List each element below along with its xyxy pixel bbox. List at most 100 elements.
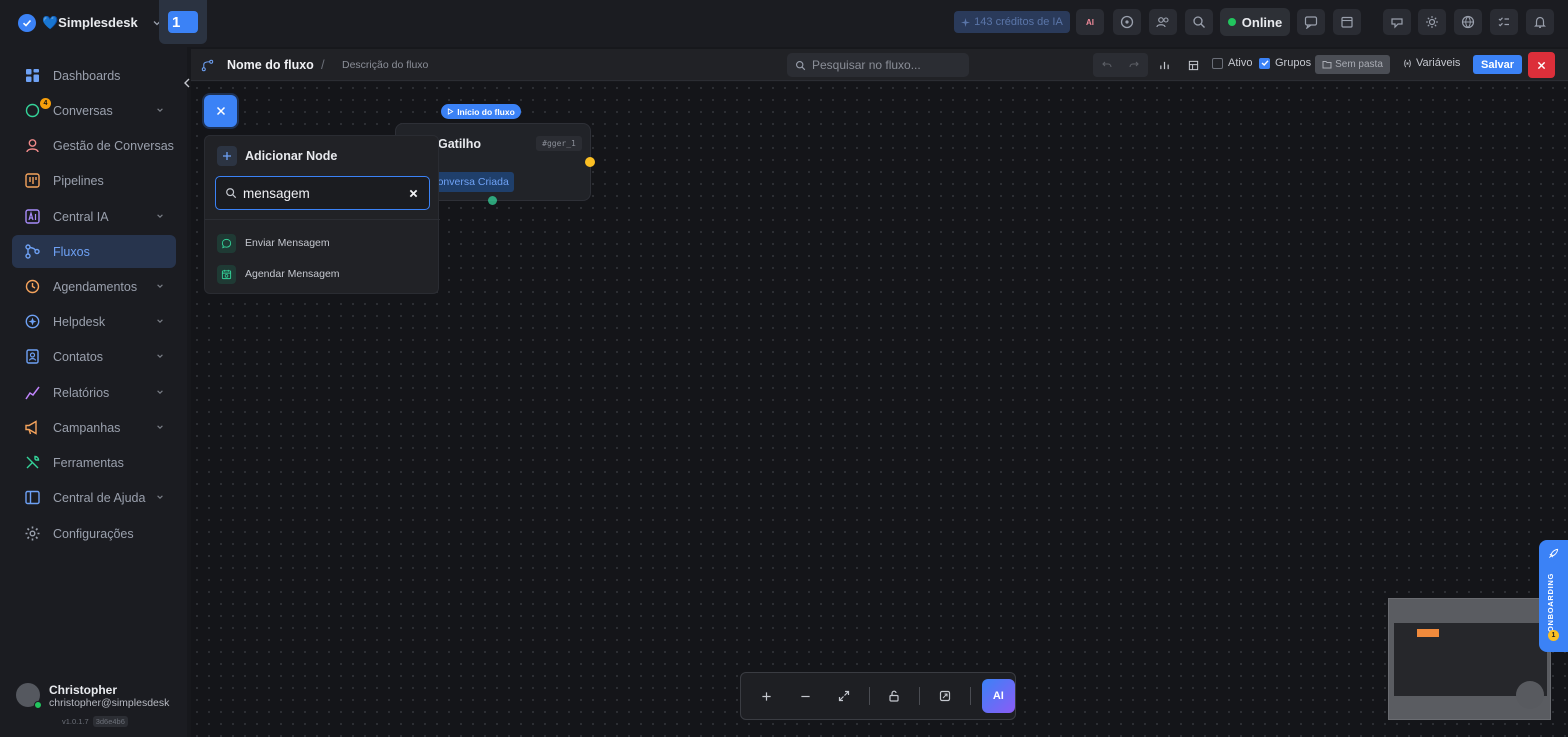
sidebar-item-gestao-de-conversas[interactable]: Gestão de Conversas — [12, 129, 176, 162]
variables-label: Variáveis — [1416, 57, 1461, 69]
node-search-field[interactable] — [215, 176, 430, 210]
ai-assistant-button[interactable]: AI — [981, 679, 1016, 713]
sidebar-item-pipelines[interactable]: Pipelines — [12, 164, 176, 197]
status-label: Online — [1241, 14, 1283, 30]
sidebar-item-configuracoes[interactable]: Configurações — [12, 517, 176, 550]
result-label: Enviar Mensagem — [245, 237, 330, 249]
export-button[interactable] — [931, 682, 959, 710]
clear-search-button[interactable] — [406, 186, 420, 200]
sidebar-item-contatos[interactable]: Contatos — [12, 340, 176, 373]
brand[interactable]: 💙Simplesdesk — [18, 12, 162, 34]
redo-button[interactable] — [1120, 53, 1147, 77]
flow-description[interactable]: Descrição do fluxo — [342, 59, 428, 71]
close-icon — [216, 106, 225, 116]
search-button[interactable] — [1185, 9, 1213, 35]
flow-name[interactable]: Nome do fluxo — [227, 58, 314, 72]
heart-chat-icon — [1391, 18, 1403, 29]
divider — [205, 219, 440, 220]
theme-button[interactable] — [1418, 9, 1446, 35]
lock-button[interactable] — [881, 682, 909, 710]
onboarding-tab[interactable]: ONBOARDING 1 — [1539, 540, 1568, 652]
status-button[interactable]: Online — [1220, 8, 1290, 36]
workspace-badge[interactable]: 1 — [159, 0, 207, 44]
chevron-down-icon[interactable] — [156, 282, 164, 290]
language-button[interactable] — [1454, 9, 1482, 35]
result-label: Agendar Mensagem — [245, 268, 340, 280]
target-button[interactable] — [1113, 9, 1141, 35]
messages-button[interactable] — [1297, 9, 1325, 35]
sidebar-item-label: Ferramentas — [53, 455, 124, 470]
flow-header: Nome do fluxo / Descrição do fluxo Pesqu… — [191, 49, 1568, 81]
team-button[interactable] — [1149, 9, 1177, 35]
sidebar-item-fluxos[interactable]: Fluxos — [12, 235, 176, 268]
zoom-out-button[interactable] — [792, 682, 820, 710]
user-email: christopher@simplesdesk — [49, 697, 170, 709]
trigger-id: #gger_1 — [536, 136, 582, 151]
active-toggle[interactable]: Ativo — [1212, 57, 1252, 69]
ai-icon: AI — [1086, 17, 1094, 27]
onboarding-label: ONBOARDING — [1546, 572, 1555, 632]
notifications-button[interactable] — [1526, 9, 1554, 35]
tools-icon — [26, 455, 40, 469]
flow-search-input[interactable]: Pesquisar no fluxo... — [787, 53, 969, 77]
sidebar-item-campanhas[interactable]: Campanhas — [12, 411, 176, 444]
top-bar: 💙Simplesdesk 1 143 créditos de IA AI Onl… — [0, 0, 1568, 47]
chevron-down-icon[interactable] — [156, 493, 164, 501]
sidebar-item-ferramentas[interactable]: Ferramentas — [12, 446, 176, 479]
close-flow-button[interactable] — [1528, 52, 1555, 78]
search-icon — [796, 60, 806, 70]
folder-select[interactable]: Sem pasta — [1315, 55, 1390, 74]
chevron-down-icon[interactable] — [156, 212, 164, 220]
sidebar-item-relatorios[interactable]: Relatórios — [12, 376, 176, 409]
build-hash: 3d6e4b6 — [92, 716, 128, 727]
add-node-panel: Adicionar Node Enviar Mensagem Agendar M… — [204, 135, 440, 294]
layout-button[interactable] — [1181, 54, 1205, 76]
node-search-input[interactable] — [243, 185, 403, 201]
add-node-title: Adicionar Node — [245, 149, 338, 163]
calendar-button[interactable] — [1333, 9, 1361, 35]
user-profile[interactable]: Christopher christopher@simplesdesk v1.0… — [16, 683, 176, 733]
chevron-down-icon[interactable] — [156, 423, 164, 431]
chevron-down-icon[interactable] — [156, 106, 164, 114]
sidebar-item-central-de-ajuda[interactable]: Central de Ajuda — [12, 481, 176, 514]
sidebar-item-label: Campanhas — [53, 420, 121, 435]
help-bubble[interactable] — [1516, 681, 1544, 709]
fit-view-button[interactable] — [830, 682, 858, 710]
flow-search-placeholder: Pesquisar no fluxo... — [812, 58, 921, 72]
undo-button[interactable] — [1093, 53, 1120, 77]
ai-credits-badge[interactable]: 143 créditos de IA — [954, 11, 1070, 33]
result-send-message[interactable]: Enviar Mensagem — [217, 230, 431, 256]
book-icon — [25, 490, 40, 505]
tasks-button[interactable] — [1490, 9, 1518, 35]
result-schedule-message[interactable]: Agendar Mensagem — [217, 261, 431, 287]
sidebar-item-label: Configurações — [53, 526, 134, 541]
sidebar-item-dashboards[interactable]: Dashboards — [12, 59, 176, 92]
close-add-node-button[interactable] — [204, 95, 237, 127]
groups-checkbox[interactable] — [1259, 57, 1270, 69]
check-icon — [1261, 60, 1269, 66]
chevron-down-icon[interactable] — [156, 388, 164, 396]
inbox-button[interactable] — [1383, 9, 1411, 35]
sidebar-item-conversas[interactable]: Conversas 4 — [12, 94, 176, 127]
headset-icon — [26, 139, 39, 153]
calendar-clock-icon — [217, 264, 236, 284]
stats-button[interactable] — [1152, 54, 1176, 76]
sidebar-item-label: Helpdesk — [53, 314, 106, 329]
save-button[interactable]: Salvar — [1473, 55, 1522, 74]
sidebar-item-agendamentos[interactable]: Agendamentos — [12, 270, 176, 303]
helpdesk-icon — [25, 314, 40, 329]
zoom-in-button[interactable] — [753, 682, 781, 710]
groups-toggle[interactable]: Grupos — [1259, 57, 1311, 69]
sidebar-item-helpdesk[interactable]: Helpdesk — [12, 305, 176, 338]
chart-icon — [25, 386, 40, 400]
sidebar-item-central-ia[interactable]: Central IA — [12, 200, 176, 233]
chevron-down-icon[interactable] — [156, 317, 164, 325]
sidebar-item-label: Contatos — [53, 349, 104, 364]
bottom-handle[interactable] — [488, 196, 497, 205]
chevron-down-icon[interactable] — [156, 352, 164, 360]
variables-button[interactable]: Variáveis — [1403, 57, 1460, 69]
active-checkbox[interactable] — [1212, 57, 1223, 69]
sidebar-item-label: Conversas — [53, 103, 113, 118]
ai-button[interactable]: AI — [1076, 9, 1104, 35]
output-handle[interactable] — [585, 157, 595, 167]
